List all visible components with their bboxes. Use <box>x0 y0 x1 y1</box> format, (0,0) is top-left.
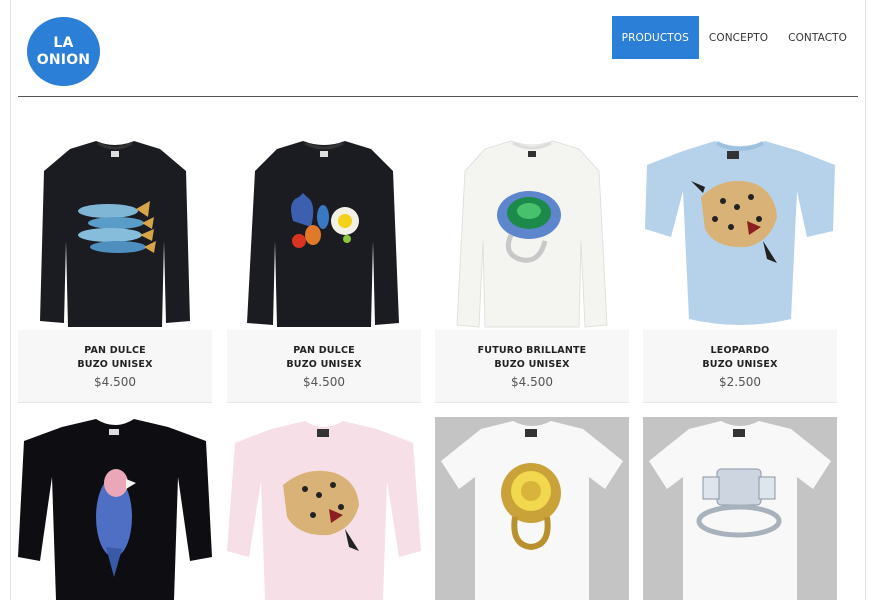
product-image[interactable] <box>643 131 837 330</box>
product-type: BUZO UNISEX <box>286 359 362 370</box>
product-info: PAN DULCE BUZO UNISEX $4.500 <box>227 330 421 403</box>
neck-tag-icon <box>525 429 537 437</box>
product-name[interactable]: PAN DULCE <box>227 344 421 358</box>
product-info: LEOPARDO BUZO UNISEX $2.500 <box>643 330 837 403</box>
product-name[interactable]: FUTURO BRILLANTE <box>435 344 629 358</box>
nav-item-concepto[interactable]: CONCEPTO <box>699 16 778 59</box>
product-image[interactable] <box>435 131 629 330</box>
logo-line-1: LA <box>53 34 74 51</box>
product-price: $2.500 <box>719 375 761 389</box>
product-image[interactable] <box>18 131 212 330</box>
product-image[interactable] <box>18 417 212 600</box>
header-divider <box>18 96 858 97</box>
product-card[interactable]: PAN DULCE BUZO UNISEX $4.500 <box>227 131 421 403</box>
neck-tag-icon <box>320 151 328 157</box>
logo-line-2: ONION <box>36 51 91 68</box>
neck-tag-icon <box>727 151 739 159</box>
product-card[interactable] <box>18 417 212 600</box>
neck-tag-icon <box>733 429 745 437</box>
product-type: BUZO UNISEX <box>702 359 778 370</box>
brand-logo[interactable]: LA ONION <box>27 17 100 86</box>
product-card[interactable]: PAN DULCE BUZO UNISEX $4.500 <box>18 131 212 403</box>
product-price: $4.500 <box>94 375 136 389</box>
nav-item-contacto[interactable]: CONTACTO <box>778 16 857 59</box>
product-name[interactable]: LEOPARDO <box>643 344 837 358</box>
main-nav: PRODUCTOS CONCEPTO CONTACTO <box>611 16 857 59</box>
neck-tag-icon <box>109 429 119 435</box>
neck-tag-icon <box>317 429 329 437</box>
product-card[interactable]: LEOPARDO BUZO UNISEX $2.500 <box>643 131 837 403</box>
product-card[interactable] <box>227 417 421 600</box>
product-price: $4.500 <box>303 375 345 389</box>
product-card[interactable]: FUTURO BRILLANTE BUZO UNISEX $4.500 <box>435 131 629 403</box>
product-info: PAN DULCE BUZO UNISEX $4.500 <box>18 330 212 403</box>
neck-tag-icon <box>111 151 119 157</box>
product-image[interactable] <box>435 417 629 600</box>
product-type: BUZO UNISEX <box>494 359 570 370</box>
neck-tag-icon <box>528 151 536 157</box>
product-card[interactable] <box>435 417 629 600</box>
product-type: BUZO UNISEX <box>77 359 153 370</box>
product-image[interactable] <box>643 417 837 600</box>
product-card[interactable] <box>643 417 837 600</box>
product-image[interactable] <box>227 131 421 330</box>
product-name[interactable]: PAN DULCE <box>18 344 212 358</box>
product-image[interactable] <box>227 417 421 600</box>
product-price: $4.500 <box>511 375 553 389</box>
nav-item-productos[interactable]: PRODUCTOS <box>611 16 699 59</box>
product-info: FUTURO BRILLANTE BUZO UNISEX $4.500 <box>435 330 629 403</box>
